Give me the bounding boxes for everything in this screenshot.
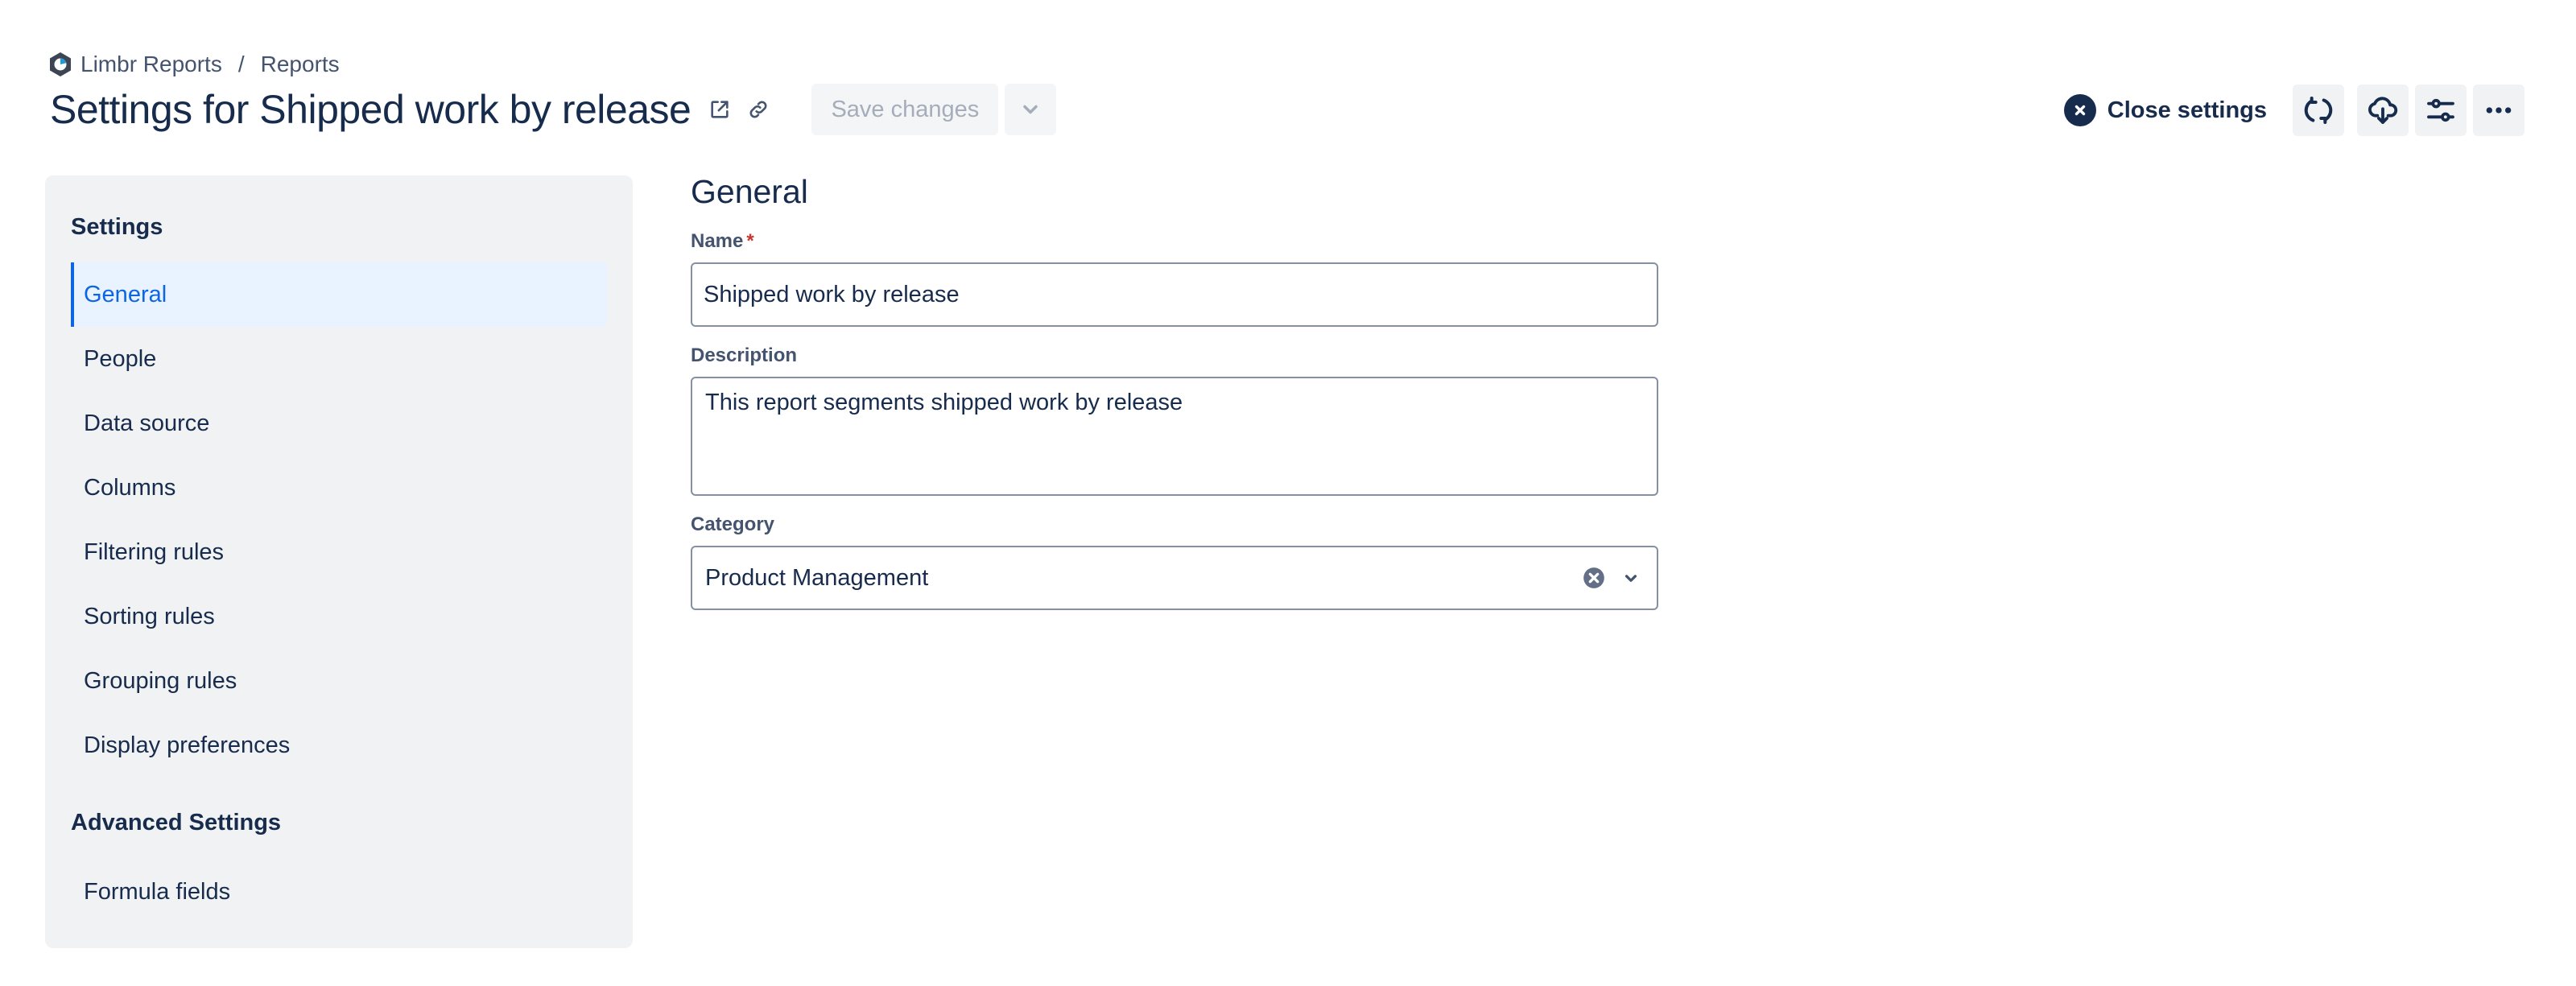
sidebar-item-display-preferences[interactable]: Display preferences: [71, 713, 607, 778]
close-settings-label: Close settings: [2107, 97, 2267, 123]
sidebar-item-people[interactable]: People: [71, 327, 607, 391]
save-changes-button[interactable]: Save changes: [811, 84, 999, 135]
clear-selection-icon[interactable]: [1581, 565, 1607, 591]
category-selected-value: Product Management: [705, 564, 929, 591]
download-button[interactable]: [2357, 85, 2409, 136]
description-label: Description: [691, 344, 798, 366]
sidebar-item-filtering-rules[interactable]: Filtering rules: [71, 520, 607, 584]
report-settings-page: Limbr Reports / Reports Settings for Shi…: [0, 0, 2576, 986]
sidebar-heading-settings: Settings: [71, 214, 163, 240]
breadcrumb-reports[interactable]: Reports: [261, 52, 340, 77]
more-icon: [2486, 107, 2512, 113]
close-icon: [2063, 94, 2096, 126]
chevron-down-icon: [1023, 105, 1038, 114]
sidebar-advanced-list: Formula fields: [71, 860, 607, 924]
title-row: Settings for Shipped work by release Sav…: [50, 80, 1057, 138]
limbr-logo-icon: [48, 52, 72, 77]
link-icon[interactable]: [744, 95, 773, 124]
cloud-download-icon: [2368, 97, 2398, 124]
breadcrumb: Limbr Reports / Reports: [48, 50, 340, 79]
category-select[interactable]: Product Management: [691, 546, 1658, 610]
sidebar-item-sorting-rules[interactable]: Sorting rules: [71, 584, 607, 649]
breadcrumb-limbr-reports[interactable]: Limbr Reports: [80, 52, 222, 77]
page-title: Settings for Shipped work by release: [50, 87, 691, 132]
breadcrumb-separator: /: [237, 52, 245, 76]
sidebar-item-grouping-rules[interactable]: Grouping rules: [71, 649, 607, 713]
refresh-icon: [2304, 97, 2333, 124]
chevron-down-icon[interactable]: [1618, 565, 1644, 591]
header-actions: Close settings: [2054, 85, 2524, 136]
name-label: Name *: [691, 230, 1657, 253]
sidebar-settings-list: General People Data source Columns Filte…: [71, 262, 607, 778]
required-marker: *: [746, 230, 754, 252]
sliders-icon: [2427, 98, 2454, 122]
save-options-dropdown-button[interactable]: [1005, 84, 1057, 135]
save-button-group: Save changes: [811, 84, 1057, 135]
external-link-icon[interactable]: [705, 95, 734, 124]
settings-sidebar: Settings General People Data source Colu…: [45, 175, 633, 948]
name-label-text: Name: [691, 230, 744, 252]
configure-button[interactable]: [2415, 85, 2467, 136]
sidebar-item-general[interactable]: General: [71, 262, 607, 327]
name-input[interactable]: [691, 262, 1658, 327]
general-settings-form: General Name * Description This report s…: [691, 169, 1658, 610]
sidebar-item-columns[interactable]: Columns: [71, 456, 607, 520]
more-options-button[interactable]: [2473, 85, 2524, 136]
section-title: General: [691, 172, 808, 210]
sidebar-item-data-source[interactable]: Data source: [71, 391, 607, 456]
sidebar-heading-advanced-settings: Advanced Settings: [71, 810, 282, 835]
refresh-button[interactable]: [2293, 85, 2344, 136]
close-settings-button[interactable]: Close settings: [2054, 85, 2280, 136]
sidebar-item-formula-fields[interactable]: Formula fields: [71, 860, 607, 924]
description-textarea[interactable]: This report segments shipped work by rel…: [691, 377, 1658, 496]
category-label: Category: [691, 514, 775, 535]
